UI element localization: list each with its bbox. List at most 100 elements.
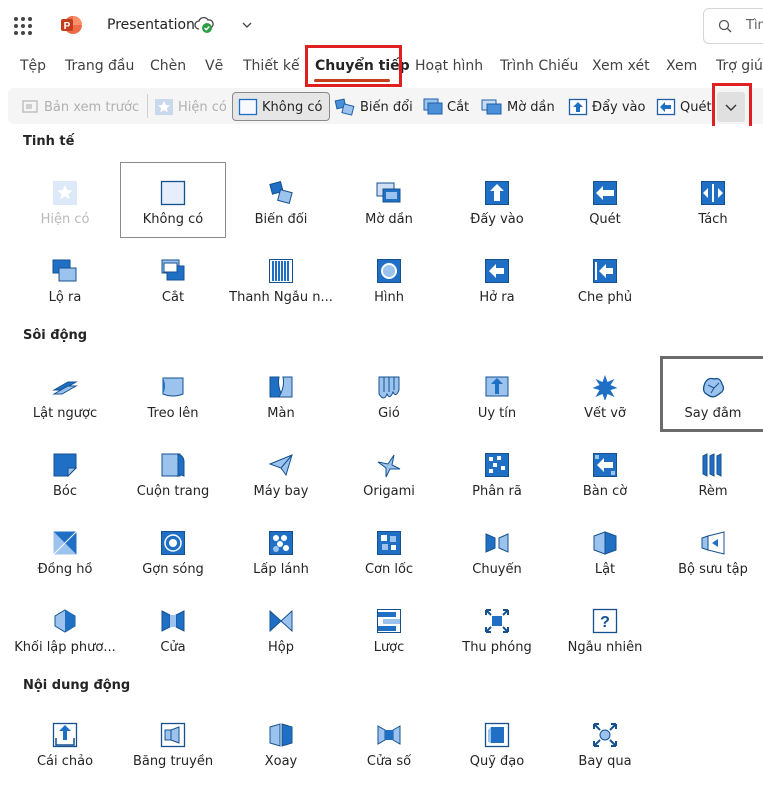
wipe-icon xyxy=(593,181,617,205)
transition-doors[interactable]: Cửa xyxy=(119,604,227,676)
transition-origami[interactable]: Origami xyxy=(335,448,443,520)
conveyor-icon xyxy=(160,722,186,748)
transition-flip[interactable]: Lật xyxy=(551,526,659,598)
transition-peel-off[interactable]: Bóc xyxy=(11,448,119,520)
transition-cut[interactable]: Cắt xyxy=(119,254,227,326)
fall-over-icon xyxy=(52,381,78,395)
transition-label: Say đắm xyxy=(684,406,742,421)
transition-clock[interactable]: Đồng hồ xyxy=(11,526,119,598)
transition-cube[interactable]: Khối lập phươ... xyxy=(11,604,119,676)
transition-blinds[interactable]: Rèm xyxy=(659,448,763,520)
transition-label: Treo lên xyxy=(147,406,199,421)
transition-vortex[interactable]: Cơn lốc xyxy=(335,526,443,598)
transition-ripple[interactable]: Gợn sóng xyxy=(119,526,227,598)
transition-label: Cuộn trang xyxy=(136,484,210,499)
preview-button[interactable]: Bản xem trước xyxy=(22,96,139,118)
transition-cover[interactable]: Che phủ xyxy=(551,254,659,326)
ribbon-appear-button[interactable]: Hiện có xyxy=(154,96,227,118)
transition-gallery[interactable]: Bộ sưu tập xyxy=(659,526,763,598)
transition-fly-through[interactable]: Bay qua xyxy=(551,718,659,790)
transition-label: Che phủ xyxy=(577,290,633,305)
ribbon-morph-button[interactable]: Biến đổi xyxy=(334,96,413,118)
ribbon-separator xyxy=(147,94,148,118)
transition-box[interactable]: Hộp xyxy=(227,604,335,676)
transition-prestige[interactable]: Uy tín xyxy=(443,370,551,442)
tab-view[interactable]: Xem xyxy=(666,58,697,74)
ribbon-fade-button[interactable]: Mờ dần xyxy=(481,96,555,118)
tab-review[interactable]: Xem xét xyxy=(592,58,650,74)
tab-slide-show[interactable]: Trình Chiếu xyxy=(500,58,578,74)
transition-crush[interactable]: Say đắm xyxy=(659,370,763,442)
search-input[interactable]: Tìm xyxy=(703,8,763,44)
transition-label: Bóc xyxy=(52,484,78,499)
tab-design[interactable]: Thiết kế xyxy=(243,58,300,74)
zoom-icon xyxy=(485,609,509,633)
transition-airplane[interactable]: Máy bay xyxy=(227,448,335,520)
tab-animations[interactable]: Hoạt hình xyxy=(415,58,483,74)
tab-file[interactable]: Tệp xyxy=(20,58,46,74)
wind-icon xyxy=(378,376,400,399)
chevron-down-icon[interactable] xyxy=(240,18,254,32)
transition-split[interactable]: Tách xyxy=(659,176,763,248)
transition-uncover[interactable]: Hở ra xyxy=(443,254,551,326)
transition-appear[interactable]: Hiện có xyxy=(11,176,119,248)
orbit-icon xyxy=(484,722,510,748)
transition-comb[interactable]: Lược xyxy=(335,604,443,676)
transition-dissolve[interactable]: Phân rã xyxy=(443,448,551,520)
transition-push[interactable]: Đẩy vào xyxy=(443,176,551,248)
transition-label: Quét xyxy=(589,212,621,227)
ribbon-wipe-button[interactable]: Quét xyxy=(656,96,712,118)
transition-shape[interactable]: Hình xyxy=(335,254,443,326)
split-icon xyxy=(701,181,725,205)
ribbon-push-button[interactable]: Đẩy vào xyxy=(568,96,645,118)
transition-label: Rèm xyxy=(698,484,728,499)
fracture-icon xyxy=(592,375,618,400)
transition-random-bars[interactable]: Thanh Ngẫu n... xyxy=(227,254,335,326)
transition-morph[interactable]: Biến đổi xyxy=(227,176,335,248)
transition-drape[interactable]: Treo lên xyxy=(119,370,227,442)
tab-draw[interactable]: Vẽ xyxy=(205,58,223,74)
transition-label: Không có xyxy=(142,212,204,227)
transition-conveyor[interactable]: Băng truyền xyxy=(119,718,227,790)
tab-help[interactable]: Trợ giúp xyxy=(716,58,763,74)
random-bars-icon xyxy=(269,259,293,283)
morph-icon xyxy=(269,181,293,204)
transition-orbit[interactable]: Quỹ đạo xyxy=(443,718,551,790)
transition-fall-over[interactable]: Lật ngược xyxy=(11,370,119,442)
transition-label: Máy bay xyxy=(253,484,309,499)
transition-random[interactable]: ? Ngẫu nhiên xyxy=(551,604,659,676)
transition-wipe[interactable]: Quét xyxy=(551,176,659,248)
ribbon-none-button[interactable]: Không có xyxy=(238,96,322,118)
transition-curtains[interactable]: Màn xyxy=(227,370,335,442)
transition-checkerboard[interactable]: Bàn cờ xyxy=(551,448,659,520)
transition-zoom[interactable]: Thu phóng xyxy=(443,604,551,676)
transition-label: Khối lập phươ... xyxy=(14,640,116,655)
ribbon-cut-button[interactable]: Cắt xyxy=(423,96,469,118)
transition-window[interactable]: Cửa sổ xyxy=(335,718,443,790)
transition-switch[interactable]: Chuyển xyxy=(443,526,551,598)
document-title[interactable]: Presentation xyxy=(107,17,195,33)
fade-icon xyxy=(481,99,502,115)
ribbon-push-label: Đẩy vào xyxy=(592,99,646,115)
tab-insert[interactable]: Chèn xyxy=(150,58,186,74)
transition-page-curl[interactable]: Cuộn trang xyxy=(119,448,227,520)
transition-fracture[interactable]: Vết vỡ xyxy=(551,370,659,442)
ribbon-cut-label: Cắt xyxy=(447,99,470,115)
transition-none[interactable]: Không có xyxy=(119,176,227,248)
section-title: Nội dung động xyxy=(23,678,131,693)
transition-reveal[interactable]: Lộ ra xyxy=(11,254,119,326)
page-curl-icon xyxy=(161,453,185,478)
transition-wind[interactable]: Gió xyxy=(335,370,443,442)
transition-label: Chuyển xyxy=(472,562,522,577)
transition-honeycomb[interactable]: Lấp lánh xyxy=(227,526,335,598)
transition-rotate[interactable]: Xoay xyxy=(227,718,335,790)
transition-label: Lấp lánh xyxy=(253,562,309,577)
tab-home[interactable]: Trang đầu xyxy=(65,58,134,74)
random-icon: ? xyxy=(592,608,618,634)
transition-fade[interactable]: Mờ dần xyxy=(335,176,443,248)
transition-label: Đồng hồ xyxy=(37,562,93,577)
transition-pan[interactable]: Cái chảo xyxy=(11,718,119,790)
app-launcher-icon[interactable] xyxy=(14,17,32,35)
powerpoint-logo-icon: P xyxy=(61,16,82,34)
search-placeholder: Tìm xyxy=(746,18,763,33)
